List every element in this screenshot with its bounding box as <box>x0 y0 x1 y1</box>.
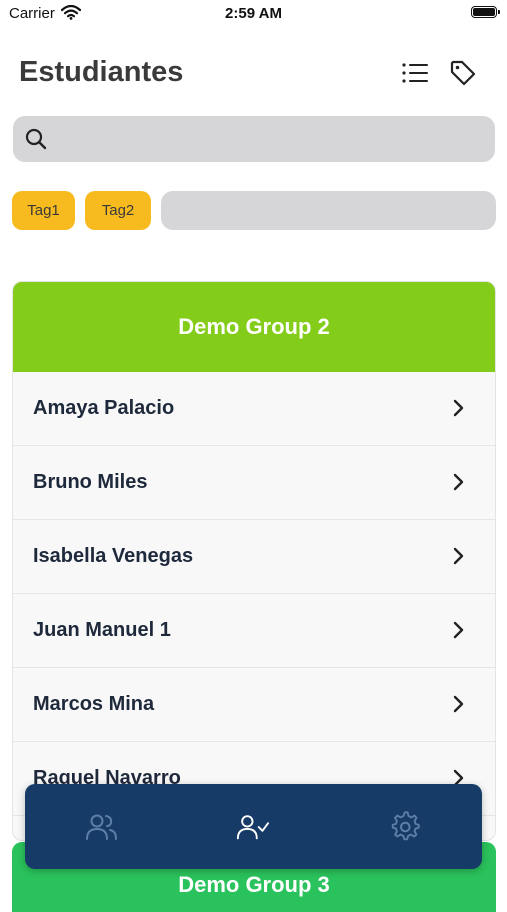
user-check-icon <box>236 815 270 840</box>
bottom-tab-bar <box>25 784 482 869</box>
student-name: Amaya Palacio <box>33 397 175 419</box>
search-bar[interactable] <box>13 116 495 164</box>
student-row[interactable]: Isabella Venegas <box>13 520 495 594</box>
student-row[interactable]: Juan Manuel 1 <box>13 594 495 668</box>
search-icon <box>25 128 47 155</box>
student-name: Juan Manuel 1 <box>33 619 171 641</box>
users-icon <box>86 814 117 840</box>
chevron-right-icon <box>453 695 465 718</box>
tab-students[interactable] <box>236 810 270 844</box>
battery-icon <box>471 6 500 18</box>
clock-time: 2:59 AM <box>225 5 282 22</box>
gear-icon <box>391 811 420 841</box>
tags-button[interactable] <box>446 56 480 90</box>
chevron-right-icon <box>453 473 465 496</box>
group-header[interactable]: Demo Group 2 <box>13 282 495 372</box>
student-row[interactable]: Marcos Mina <box>13 668 495 742</box>
status-bar: Carrier 2:59 AM <box>0 0 507 30</box>
student-row[interactable]: Amaya Palacio <box>13 372 495 446</box>
tab-groups[interactable] <box>85 810 119 844</box>
tag-chip-2[interactable]: Tag2 <box>85 191 151 230</box>
tag-icon <box>450 60 476 86</box>
chevron-right-icon <box>453 621 465 644</box>
group-card: Demo Group 2 Amaya Palacio Bruno Miles I… <box>12 281 496 841</box>
tab-settings[interactable] <box>388 810 422 844</box>
student-name: Marcos Mina <box>33 693 155 715</box>
chevron-right-icon <box>453 547 465 570</box>
tag-filter-input[interactable] <box>161 191 496 230</box>
list-view-button[interactable] <box>398 56 432 90</box>
student-name: Isabella Venegas <box>33 545 194 567</box>
student-row[interactable]: Bruno Miles <box>13 446 495 520</box>
chevron-right-icon <box>453 399 465 422</box>
search-input[interactable] <box>61 116 485 164</box>
student-name: Bruno Miles <box>33 471 148 493</box>
page-title: Estudiantes <box>19 56 184 88</box>
list-icon <box>402 63 428 83</box>
tag-chip-1[interactable]: Tag1 <box>12 191 75 230</box>
